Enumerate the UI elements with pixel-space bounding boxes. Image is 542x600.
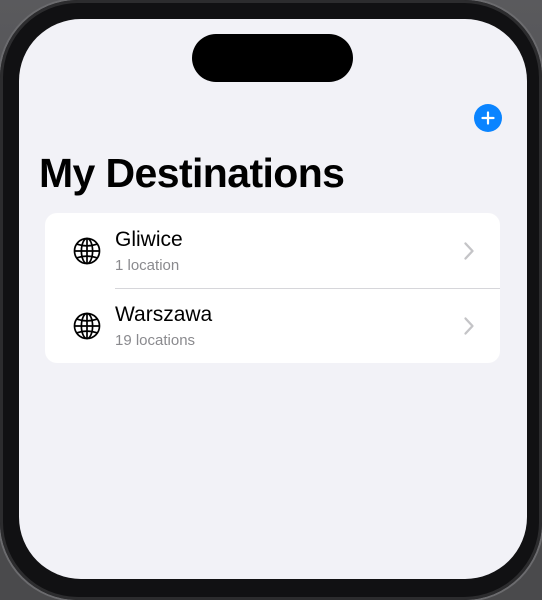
destination-row-warszawa[interactable]: Warszawa 19 locations [45, 288, 500, 363]
destination-location-count: 19 locations [115, 332, 196, 349]
destination-location-count: 1 location [115, 257, 180, 274]
destinations-list: Gliwice 1 location Warszawa 19 locations [45, 213, 500, 363]
phone-screen: My Destinations Gliwice 1 location Warsz… [19, 19, 527, 579]
destination-name: Warszawa [115, 303, 213, 326]
phone-frame: My Destinations Gliwice 1 location Warsz… [0, 0, 542, 600]
chevron-right-icon [464, 317, 474, 335]
globe-icon [73, 312, 101, 340]
dynamic-island [192, 34, 353, 82]
chevron-right-icon [464, 242, 474, 260]
globe-icon [73, 237, 101, 265]
destination-name: Gliwice [115, 228, 183, 251]
add-destination-button[interactable] [474, 104, 502, 132]
plus-icon [481, 111, 495, 125]
destination-row-gliwice[interactable]: Gliwice 1 location [45, 213, 500, 288]
page-title: My Destinations [39, 150, 345, 196]
